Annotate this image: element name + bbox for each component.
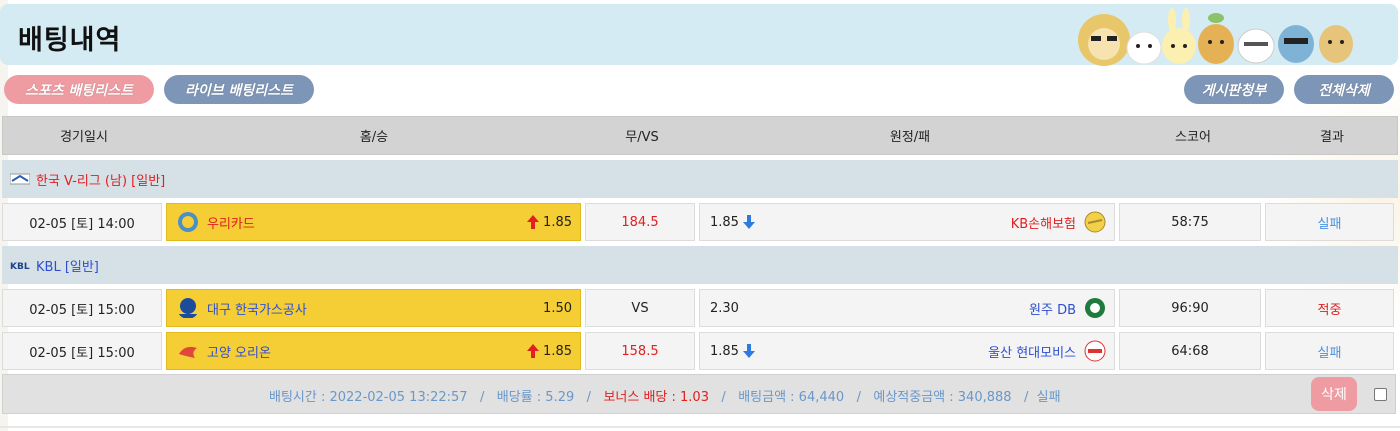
kogas-logo-icon: [179, 298, 197, 318]
table-row: 02-05 [토] 14:00 우리카드 1.85 184.5 1.85 KB손…: [2, 203, 1398, 241]
sports-betting-list-button[interactable]: 스포츠 배팅리스트: [4, 75, 154, 104]
home-odd: 1.50: [543, 300, 572, 316]
score-cell: 96:90: [1119, 289, 1261, 327]
league-name: 한국 V-리그 (남) [일반]: [36, 173, 166, 189]
col-header-draw: 무/VS: [625, 130, 659, 145]
table-header: 경기일시 홈/승 무/VS 원정/패 스코어 결과: [2, 116, 1398, 155]
home-bet-cell[interactable]: 고양 오리온 1.85: [166, 332, 581, 370]
bet-status: 실패: [1036, 390, 1061, 405]
wonju-db-logo-icon: [1085, 298, 1105, 318]
away-bet-cell[interactable]: 1.85 울산 현대모비스: [699, 332, 1115, 370]
table-row: 02-05 [토] 15:00 고양 오리온 1.85 158.5 1.85 울…: [2, 332, 1398, 370]
page-title: 배팅내역: [18, 25, 122, 56]
down-arrow-icon: [742, 215, 755, 229]
league-row: KBL KBL [일반]: [2, 246, 1398, 284]
delete-all-button[interactable]: 전체삭제: [1294, 75, 1394, 104]
col-header-score: 스코어: [1175, 130, 1211, 145]
away-bet-cell[interactable]: 1.85 KB손해보험: [699, 203, 1115, 241]
game-datetime: 02-05 [토] 15:00: [2, 332, 162, 370]
summary-text: 배팅시간 : 2022-02-05 13:22:57 / 배당률 : 5.29 …: [269, 386, 1061, 405]
betting-table: 경기일시 홈/승 무/VS 원정/패 스코어 결과 한국 V-리그 (남) [일…: [0, 116, 1400, 370]
kb-insurance-logo-icon: [1084, 211, 1106, 233]
separator: /: [1023, 390, 1029, 405]
col-header-result: 결과: [1320, 130, 1344, 145]
up-arrow-icon: [527, 215, 540, 229]
down-arrow-icon: [742, 344, 755, 358]
title-bar: 배팅내역: [0, 4, 1398, 66]
home-team-name: 대구 한국가스공사: [207, 302, 307, 318]
draw-cell[interactable]: VS: [585, 289, 695, 327]
league-row: 한국 V-리그 (남) [일반]: [2, 160, 1398, 198]
kbl-logo-icon: KBL: [10, 262, 30, 272]
draw-cell[interactable]: 158.5: [585, 332, 695, 370]
select-checkbox[interactable]: [1374, 388, 1387, 401]
result-cell: 실패: [1265, 332, 1394, 370]
col-header-away: 원정/패: [889, 130, 931, 145]
delete-button[interactable]: 삭제: [1311, 377, 1357, 411]
score-cell: 58:75: [1119, 203, 1261, 241]
home-bet-cell[interactable]: 대구 한국가스공사 1.50: [166, 289, 581, 327]
separator: /: [856, 390, 861, 405]
away-odd: 1.85: [710, 343, 739, 359]
home-team-name: 고양 오리온: [207, 345, 271, 361]
live-betting-list-button[interactable]: 라이브 배팅리스트: [164, 75, 314, 104]
expected-win: 예상적중금액 : 340,888: [873, 390, 1012, 405]
home-bet-cell[interactable]: 우리카드 1.85: [166, 203, 581, 241]
col-header-home: 홈/승: [359, 130, 389, 145]
result-cell: 적중: [1265, 289, 1394, 327]
away-team-name: KB손해보험: [1010, 216, 1076, 232]
away-team-name: 원주 DB: [1029, 302, 1076, 318]
game-datetime: 02-05 [토] 14:00: [2, 203, 162, 241]
away-odd: 1.85: [710, 214, 739, 230]
bet-amount: 배팅금액 : 64,440: [738, 390, 845, 405]
home-team-name: 우리카드: [207, 216, 255, 232]
away-odd: 2.30: [710, 300, 739, 316]
home-odd: 1.85: [543, 214, 572, 230]
col-header-datetime: 경기일시: [60, 130, 108, 145]
away-bet-cell[interactable]: 2.30 원주 DB: [699, 289, 1115, 327]
game-datetime: 02-05 [토] 15:00: [2, 289, 162, 327]
divider: [0, 426, 1400, 428]
separator: /: [586, 390, 592, 405]
ulsan-mobis-logo-icon: [1084, 340, 1106, 362]
score-cell: 64:68: [1119, 332, 1261, 370]
goyang-orion-logo-icon: [179, 346, 197, 358]
bonus-odds: 보너스 배당 : 1.03: [603, 390, 709, 405]
draw-cell[interactable]: 184.5: [585, 203, 695, 241]
v-league-logo-icon: [10, 173, 30, 185]
character-illustration: [1078, 8, 1353, 66]
league-name: KBL [일반]: [36, 259, 99, 275]
home-odd: 1.85: [543, 343, 572, 359]
result-cell: 실패: [1265, 203, 1394, 241]
bet-summary-bar: 배팅시간 : 2022-02-05 13:22:57 / 배당률 : 5.29 …: [2, 374, 1396, 414]
up-arrow-icon: [527, 344, 540, 358]
svg-text:KBL: KBL: [10, 262, 30, 272]
table-row: 02-05 [토] 15:00 대구 한국가스공사 1.50 VS 2.30 원…: [2, 289, 1398, 327]
board-request-button[interactable]: 게시판청부: [1184, 75, 1284, 104]
bet-time: 배팅시간 : 2022-02-05 13:22:57: [269, 390, 468, 405]
wooricard-logo-icon: [178, 212, 198, 232]
away-team-name: 울산 현대모비스: [988, 345, 1076, 361]
separator: /: [721, 390, 726, 405]
separator: /: [479, 390, 485, 405]
bet-odds: 배당률 : 5.29: [496, 390, 575, 405]
